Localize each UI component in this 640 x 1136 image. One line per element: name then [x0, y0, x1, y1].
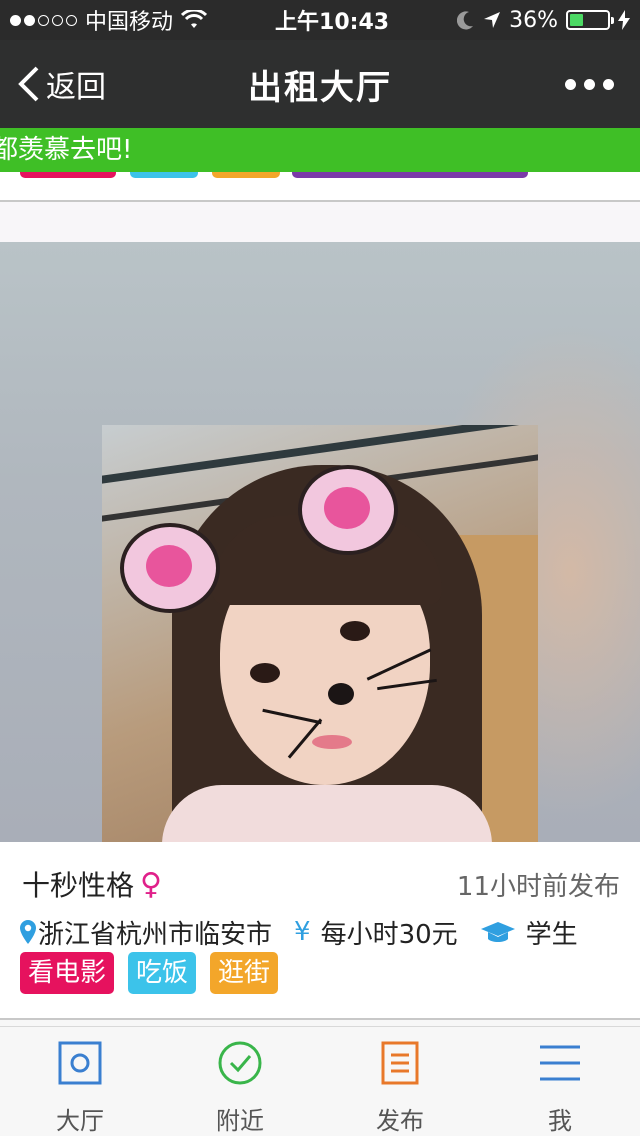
listing-info: 十秒性格 ♀ 11小时前发布 浙江省杭州市临安市 ¥ 每小时30元 学生 看电影…	[0, 842, 640, 1020]
chevron-left-icon	[18, 66, 39, 102]
check-circle-icon	[218, 1041, 262, 1085]
tag-movie: 看电影	[20, 952, 115, 994]
listing-card[interactable]: 十秒性格 ♀ 11小时前发布 浙江省杭州市临安市 ¥ 每小时30元 学生 看电影…	[0, 242, 640, 1020]
posted-time: 11小时前发布	[456, 871, 620, 902]
tab-bar: 大厅 附近 发布 我	[0, 1026, 640, 1136]
carrier-label: 中国移动	[85, 10, 174, 35]
tab-nearby-label: 附近	[216, 1107, 264, 1135]
location-arrow-icon	[484, 12, 501, 28]
marquee-text: 都羡慕去吧!	[0, 135, 133, 165]
clock: 上午10:43	[275, 10, 390, 35]
menu-lines-icon	[540, 1045, 580, 1081]
more-dots-icon[interactable]	[565, 40, 614, 128]
tag-eat: 吃饭	[128, 952, 197, 994]
female-icon: ♀	[140, 866, 162, 902]
signal-dots-icon	[10, 14, 77, 26]
tag-shopping: 逛街	[210, 952, 279, 994]
occupation-text: 学生	[525, 919, 578, 950]
divider	[0, 1018, 640, 1020]
status-bar: 中国移动 上午10:43 36%	[0, 0, 640, 40]
page-title: 出租大厅	[248, 67, 392, 108]
card-gap	[0, 202, 640, 242]
price-text: 每小时30元	[320, 919, 458, 950]
location-pin-icon	[20, 920, 36, 944]
selfie-image	[102, 425, 538, 842]
back-button[interactable]: 返回	[18, 40, 106, 128]
marquee-banner: 都羡慕去吧!	[0, 128, 640, 172]
interest-tags: 看电影 吃饭 逛街	[20, 952, 279, 994]
location-text: 浙江省杭州市临安市	[38, 919, 273, 950]
tab-hall[interactable]: 大厅	[0, 1027, 160, 1136]
battery-icon	[565, 10, 614, 30]
document-icon	[381, 1041, 419, 1085]
yen-icon: ¥	[294, 917, 311, 947]
wifi-icon	[181, 10, 208, 28]
charging-bolt-icon	[617, 10, 630, 30]
profile-photo[interactable]	[0, 242, 640, 842]
navigation-bar: 返回 出租大厅	[0, 40, 640, 128]
moon-icon	[457, 11, 474, 30]
listing-header-row: 十秒性格 ♀ 11小时前发布	[22, 864, 620, 904]
tab-me[interactable]: 我	[480, 1027, 640, 1136]
status-right: 36%	[457, 8, 630, 33]
tab-publish-label: 发布	[376, 1107, 424, 1135]
app-screen: 中国移动 上午10:43 36% 返回 出租大厅 都羡慕去吧! 十秒性格 ♀ 1…	[0, 0, 640, 1136]
listing-detail-row: 浙江省杭州市临安市 ¥ 每小时30元 学生	[20, 912, 630, 952]
status-left: 中国移动	[10, 4, 208, 36]
hall-icon	[58, 1041, 102, 1085]
user-name-text: 十秒性格	[22, 869, 135, 902]
tab-hall-label: 大厅	[56, 1107, 104, 1135]
tab-nearby[interactable]: 附近	[160, 1027, 320, 1136]
tab-me-label: 我	[548, 1107, 572, 1135]
user-name: 十秒性格 ♀	[22, 864, 162, 904]
previous-card-tags	[0, 172, 640, 202]
battery-percent: 36%	[509, 7, 558, 33]
graduation-cap-icon	[480, 922, 515, 942]
tab-publish[interactable]: 发布	[320, 1027, 480, 1136]
back-label: 返回	[46, 70, 106, 105]
